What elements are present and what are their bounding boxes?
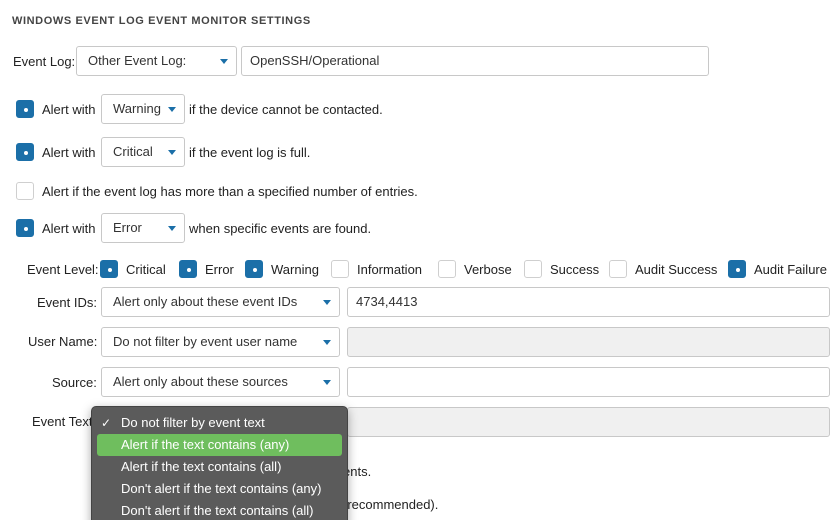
user-name-label: User Name:: [28, 334, 98, 349]
alert-with-label: Alert with: [42, 145, 96, 160]
event-text-input: [347, 407, 830, 437]
alert-with-label: Alert with: [42, 221, 96, 236]
dropdown-option-label: Do not filter by event text: [121, 415, 265, 430]
full-suffix: if the event log is full.: [189, 145, 311, 160]
full-severity-value: Critical: [113, 144, 153, 159]
level-critical-checkbox[interactable]: [100, 260, 118, 278]
dropdown-option[interactable]: Alert if the text contains (any): [97, 434, 342, 456]
dropdown-option[interactable]: Alert if the text contains (all): [97, 456, 342, 478]
events-suffix: when specific events are found.: [189, 221, 372, 236]
user-name-select-value: Do not filter by event user name: [113, 334, 298, 349]
chevron-down-icon: [323, 300, 331, 305]
alert-with-label: Alert with: [42, 102, 96, 117]
dropdown-option-label: Alert if the text contains (all): [121, 459, 282, 474]
level-audit-success-label: Audit Success: [635, 262, 718, 277]
event-ids-select-value: Alert only about these event IDs: [113, 294, 298, 309]
event-ids-label: Event IDs:: [37, 295, 97, 310]
checkmark-icon: ✓: [101, 416, 112, 430]
level-error-checkbox[interactable]: [179, 260, 197, 278]
event-log-name-value: OpenSSH/Operational: [250, 53, 380, 68]
user-name-select[interactable]: Do not filter by event user name: [101, 327, 340, 357]
event-ids-input[interactable]: 4734,4413: [347, 287, 830, 317]
dropdown-option[interactable]: Don't alert if the text contains (all): [97, 500, 342, 520]
contact-suffix: if the device cannot be contacted.: [189, 102, 383, 117]
event-log-name-input[interactable]: OpenSSH/Operational: [241, 46, 709, 76]
event-ids-select[interactable]: Alert only about these event IDs: [101, 287, 340, 317]
level-critical-label: Critical: [126, 262, 166, 277]
dropdown-option[interactable]: Don't alert if the text contains (any): [97, 478, 342, 500]
hidden-text-line2: (recommended).: [343, 497, 439, 512]
alert-entries-label: Alert if the event log has more than a s…: [42, 184, 418, 199]
dropdown-option-label: Don't alert if the text contains (all): [121, 503, 314, 518]
level-success-checkbox[interactable]: [524, 260, 542, 278]
alert-events-checkbox[interactable]: [16, 219, 34, 237]
event-ids-value: 4734,4413: [356, 294, 418, 309]
level-warning-checkbox[interactable]: [245, 260, 263, 278]
alert-contact-checkbox[interactable]: [16, 100, 34, 118]
level-audit-failure-label: Audit Failure: [754, 262, 827, 277]
events-severity-select[interactable]: Error: [101, 213, 185, 243]
source-input[interactable]: [347, 367, 830, 397]
level-audit-success-checkbox[interactable]: [609, 260, 627, 278]
chevron-down-icon: [323, 340, 331, 345]
dropdown-option-label: Alert if the text contains (any): [121, 437, 290, 452]
contact-severity-select[interactable]: Warning: [101, 94, 185, 124]
chevron-down-icon: [220, 59, 228, 64]
full-severity-select[interactable]: Critical: [101, 137, 185, 167]
level-warning-label: Warning: [271, 262, 319, 277]
source-select-value: Alert only about these sources: [113, 374, 288, 389]
alert-full-checkbox[interactable]: [16, 143, 34, 161]
level-error-label: Error: [205, 262, 234, 277]
event-log-select-value: Other Event Log:: [88, 53, 187, 68]
user-name-input: [347, 327, 830, 357]
alert-entries-checkbox[interactable]: [16, 182, 34, 200]
level-verbose-label: Verbose: [464, 262, 512, 277]
level-audit-failure-checkbox[interactable]: [728, 260, 746, 278]
chevron-down-icon: [168, 150, 176, 155]
level-information-label: Information: [357, 262, 423, 277]
events-severity-value: Error: [113, 220, 142, 235]
event-text-dropdown-menu[interactable]: ✓ Do not filter by event text Alert if t…: [91, 406, 348, 520]
level-verbose-checkbox[interactable]: [438, 260, 456, 278]
chevron-down-icon: [323, 380, 331, 385]
source-label: Source:: [52, 375, 97, 390]
chevron-down-icon: [168, 107, 176, 112]
level-success-label: Success: [550, 262, 600, 277]
dropdown-option[interactable]: ✓ Do not filter by event text: [97, 412, 342, 434]
event-log-label: Event Log:: [13, 54, 76, 69]
event-level-label: Event Level:: [27, 262, 99, 277]
contact-severity-value: Warning: [113, 101, 161, 116]
dropdown-option-label: Don't alert if the text contains (any): [121, 481, 322, 496]
page-title: WINDOWS EVENT LOG EVENT MONITOR SETTINGS: [12, 15, 311, 27]
event-log-select[interactable]: Other Event Log:: [76, 46, 237, 76]
event-text-label: Event Text: [32, 414, 93, 429]
source-select[interactable]: Alert only about these sources: [101, 367, 340, 397]
level-information-checkbox[interactable]: [331, 260, 349, 278]
chevron-down-icon: [168, 226, 176, 231]
